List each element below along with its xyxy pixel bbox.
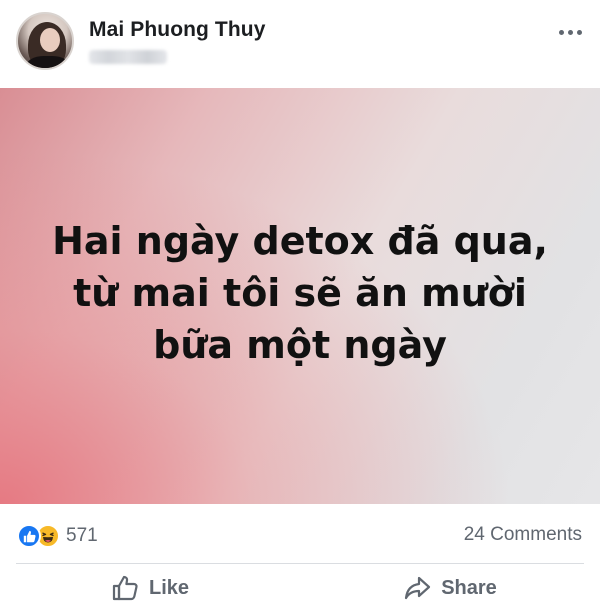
more-dot-icon: [576, 29, 582, 35]
quote-line: Hai ngày detox đã qua,: [52, 219, 548, 263]
image-quote: Hai ngày detox đã qua, từ mai tôi sẽ ăn …: [52, 215, 548, 371]
quote-line: từ mai tôi sẽ ăn mười: [73, 271, 527, 315]
quote-line: bữa một ngày: [153, 323, 447, 367]
author-name[interactable]: Mai Phuong Thuy: [89, 18, 265, 42]
more-options-button[interactable]: [556, 22, 584, 42]
post-actions: Like Share: [0, 564, 600, 612]
share-arrow-icon: [405, 576, 431, 600]
like-button[interactable]: Like: [0, 564, 300, 612]
post-stats: 571 24 Comments: [0, 504, 600, 562]
post-image[interactable]: Hai ngày detox đã qua, từ mai tôi sẽ ăn …: [0, 88, 600, 504]
facebook-post: Mai Phuong Thuy Hai ngày detox đã qua, t…: [0, 0, 600, 612]
like-label: Like: [148, 576, 190, 599]
share-button[interactable]: Share: [300, 564, 600, 612]
more-dot-icon: [558, 29, 564, 35]
reaction-count: 571: [66, 525, 98, 546]
share-label: Share: [441, 576, 497, 599]
post-header: Mai Phuong Thuy: [0, 0, 600, 88]
like-icon: [17, 524, 41, 548]
comments-count-link[interactable]: 24 Comments: [464, 524, 582, 546]
avatar[interactable]: [16, 12, 74, 70]
thumbs-up-icon: [112, 575, 138, 601]
more-dot-icon: [567, 29, 573, 35]
avatar-face: [40, 28, 60, 52]
reactions-summary[interactable]: 571: [17, 524, 98, 548]
avatar-dress: [26, 56, 70, 68]
blurred-timestamp: [89, 50, 167, 64]
